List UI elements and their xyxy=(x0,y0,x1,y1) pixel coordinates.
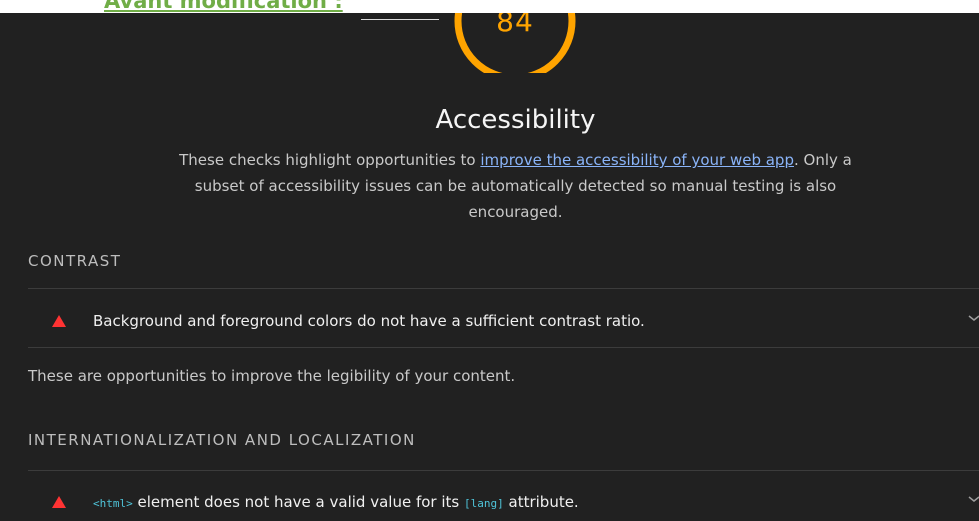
description-text-before: These checks highlight opportunities to xyxy=(179,151,481,169)
code-html: <html> xyxy=(93,497,133,510)
accessibility-link[interactable]: improve the accessibility of your web ap… xyxy=(480,151,794,169)
audit-text-part: attribute. xyxy=(503,493,579,511)
chevron-down-icon[interactable] xyxy=(967,492,979,506)
audit-text-part: element does not have a valid value for … xyxy=(132,493,464,511)
chevron-down-icon[interactable] xyxy=(967,311,979,325)
divider xyxy=(28,347,979,348)
audit-row-color-contrast[interactable]: Background and foreground colors do not … xyxy=(0,301,979,341)
score-value: 84 xyxy=(496,13,534,38)
tab-underline xyxy=(361,19,439,20)
lighthouse-report-panel: 84 Accessibility These checks highlight … xyxy=(0,13,979,521)
group-header-contrast: CONTRAST xyxy=(28,252,122,270)
group-header-i18n: INTERNATIONALIZATION AND LOCALIZATION xyxy=(28,431,416,449)
audit-row-html-lang[interactable]: <html> element does not have a valid val… xyxy=(0,482,979,521)
score-gauge[interactable]: 84 xyxy=(453,13,577,82)
warning-triangle-icon xyxy=(52,496,66,508)
audit-title: <html> element does not have a valid val… xyxy=(93,492,579,514)
code-lang: [lang] xyxy=(463,497,504,510)
caption: Avant modification : xyxy=(104,0,343,13)
category-title: Accessibility xyxy=(435,105,596,135)
divider xyxy=(28,470,979,471)
audit-title: Background and foreground colors do not … xyxy=(93,312,645,330)
category-description: These checks highlight opportunities to … xyxy=(160,147,871,225)
group-description: These are opportunities to improve the l… xyxy=(28,367,516,385)
divider xyxy=(28,288,979,289)
warning-triangle-icon xyxy=(52,315,66,327)
